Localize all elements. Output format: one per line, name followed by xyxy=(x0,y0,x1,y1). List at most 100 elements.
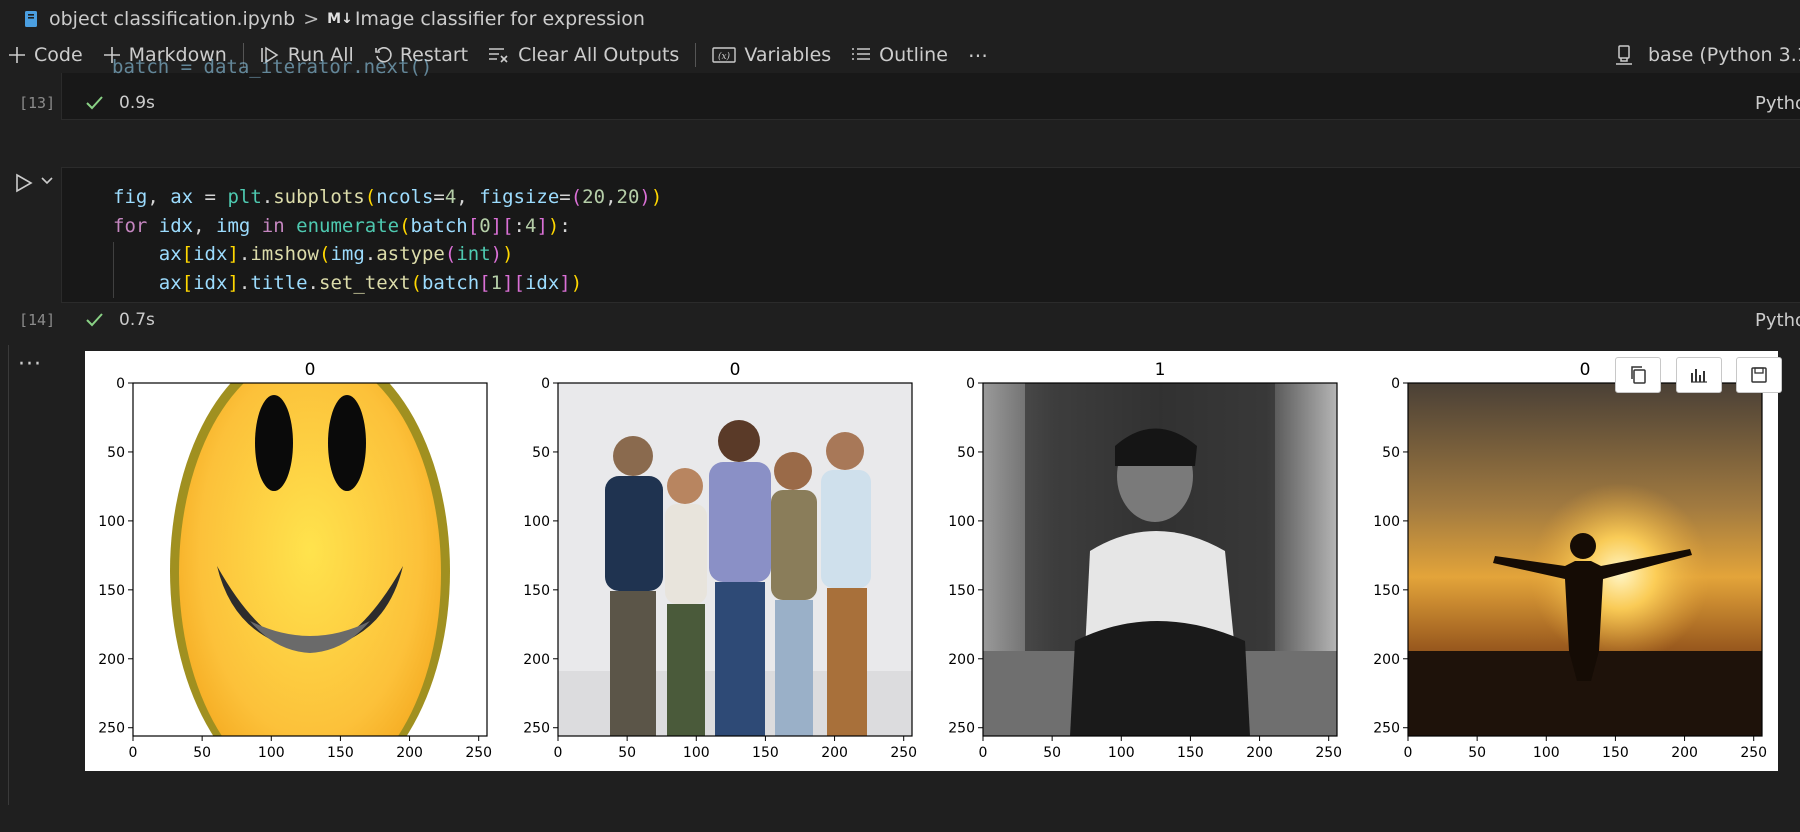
code-line-clipped: batch = data_iterator.next() xyxy=(112,56,433,78)
x-tick-label: 0 xyxy=(979,745,988,761)
clear-all-outputs-button[interactable]: Clear All Outputs xyxy=(478,37,689,73)
save-image-button[interactable] xyxy=(1736,357,1782,393)
y-tick-label: 200 xyxy=(98,652,125,668)
y-tick-label: 150 xyxy=(523,583,550,599)
x-tick-label: 150 xyxy=(752,745,779,761)
subplot-image-sunset-silhouette xyxy=(1408,383,1762,736)
kernel-picker[interactable]: base (Python 3.10 xyxy=(1614,37,1800,73)
x-tick-label: 250 xyxy=(465,745,492,761)
y-tick-label: 0 xyxy=(1391,376,1400,392)
x-tick-label: 200 xyxy=(1671,745,1698,761)
code-line-4: ax[idx].title.set_text(batch[1][idx]) xyxy=(158,271,583,294)
y-tick-label: 50 xyxy=(957,445,975,461)
y-tick-label: 0 xyxy=(966,376,975,392)
x-tick-label: 0 xyxy=(1404,745,1413,761)
breadcrumb: object classification.ipynb > M↓ Image c… xyxy=(0,0,1800,37)
outline-icon xyxy=(852,48,871,60)
x-tick-label: 150 xyxy=(1602,745,1629,761)
subplot-title: 0 xyxy=(305,360,316,380)
y-tick-label: 150 xyxy=(98,583,125,599)
variables-button[interactable]: (x) Variables xyxy=(702,37,841,73)
x-tick-label: 250 xyxy=(890,745,917,761)
y-tick-label: 200 xyxy=(948,652,975,668)
breadcrumb-file[interactable]: object classification.ipynb xyxy=(49,8,295,30)
copy-image-button[interactable] xyxy=(1615,357,1661,393)
subplot-title: 1 xyxy=(1155,360,1166,380)
y-tick-label: 250 xyxy=(523,721,550,737)
subplot-title: 0 xyxy=(730,360,741,380)
variables-icon: (x) xyxy=(712,47,737,63)
y-tick-label: 50 xyxy=(1382,445,1400,461)
y-tick-label: 250 xyxy=(98,721,125,737)
copy-icon xyxy=(1631,366,1646,384)
subplot-title: 0 xyxy=(1580,360,1591,380)
y-tick-label: 50 xyxy=(107,445,125,461)
toolbar-divider xyxy=(695,43,697,67)
execution-count: [14] xyxy=(19,311,56,329)
run-cell-button[interactable] xyxy=(14,173,34,193)
x-tick-label: 50 xyxy=(193,745,211,761)
success-check-icon xyxy=(86,96,103,110)
subplot-image-smiley-face xyxy=(133,383,487,736)
cell-13-status: 0.9s Pytho xyxy=(61,86,1800,120)
x-tick-label: 0 xyxy=(129,745,138,761)
outline-button[interactable]: Outline xyxy=(841,37,958,73)
markdown-icon: M↓ xyxy=(327,10,353,27)
kernel-label: base (Python 3.10 xyxy=(1648,44,1800,66)
open-in-plot-viewer-button[interactable] xyxy=(1676,357,1722,393)
x-tick-label: 0 xyxy=(554,745,563,761)
code-line-3: ax[idx].imshow(img.astype(int)) xyxy=(158,243,514,265)
x-tick-label: 150 xyxy=(1177,745,1204,761)
x-tick-label: 200 xyxy=(1246,745,1273,761)
subplot-image-group-of-five-people xyxy=(558,383,912,736)
y-tick-label: 100 xyxy=(1373,514,1400,530)
x-tick-label: 150 xyxy=(327,745,354,761)
y-tick-label: 250 xyxy=(948,721,975,737)
cell-language[interactable]: Pytho xyxy=(1755,93,1800,114)
svg-text:(x): (x) xyxy=(718,51,731,62)
save-icon xyxy=(1751,367,1767,383)
x-tick-label: 250 xyxy=(1315,745,1342,761)
output-border xyxy=(8,345,9,805)
execution-count: [13] xyxy=(19,94,56,112)
y-tick-label: 0 xyxy=(116,376,125,392)
x-tick-label: 200 xyxy=(821,745,848,761)
code-line-1: fig, ax = plt.subplots(ncols=4, figsize=… xyxy=(113,186,663,208)
notebook-file-icon xyxy=(24,10,38,28)
y-tick-label: 200 xyxy=(523,652,550,668)
x-tick-label: 100 xyxy=(258,745,285,761)
cell-language[interactable]: Pytho xyxy=(1755,310,1800,331)
y-tick-label: 100 xyxy=(98,514,125,530)
execution-time: 0.9s xyxy=(119,93,155,113)
code-line-2: for idx, img in enumerate(batch[0][:4]): xyxy=(113,214,571,237)
figure-canvas: 00 50 100 150 200 25005010015020025000 50 100 15… xyxy=(98,360,1767,761)
x-tick-label: 100 xyxy=(1108,745,1135,761)
y-tick-label: 100 xyxy=(948,514,975,530)
code-cell-14-editor[interactable]: fig, ax = plt.subplots(ncols=4, figsize=… xyxy=(61,167,1800,303)
y-tick-label: 250 xyxy=(1373,721,1400,737)
cell-14-status: 0.7s Pytho xyxy=(61,303,1800,337)
more-actions-button[interactable]: ⋯ xyxy=(958,37,998,73)
kernel-icon xyxy=(1616,45,1632,65)
y-tick-label: 50 xyxy=(532,445,550,461)
x-tick-label: 50 xyxy=(1468,745,1486,761)
x-tick-label: 200 xyxy=(396,745,423,761)
breadcrumb-section[interactable]: Image classifier for expression xyxy=(355,8,645,30)
breadcrumb-separator: > xyxy=(303,7,320,30)
chevron-down-icon[interactable] xyxy=(40,176,54,186)
add-code-button[interactable]: Code xyxy=(0,37,93,73)
bar-chart-icon xyxy=(1691,369,1707,383)
x-tick-label: 50 xyxy=(1043,745,1061,761)
execution-time: 0.7s xyxy=(119,310,155,330)
y-tick-label: 200 xyxy=(1373,652,1400,668)
x-tick-label: 250 xyxy=(1740,745,1767,761)
matplotlib-figure-output: 0 0 50 100 150 200 250 0 50 100 150 200 250 0 0 50 100 15… xyxy=(85,351,1778,771)
x-tick-label: 100 xyxy=(683,745,710,761)
x-tick-label: 100 xyxy=(1533,745,1560,761)
output-more-actions-button[interactable]: ··· xyxy=(18,352,42,377)
y-tick-label: 150 xyxy=(948,583,975,599)
x-tick-label: 50 xyxy=(618,745,636,761)
clear-all-icon xyxy=(489,48,508,63)
plus-icon xyxy=(9,47,25,63)
y-tick-label: 150 xyxy=(1373,583,1400,599)
